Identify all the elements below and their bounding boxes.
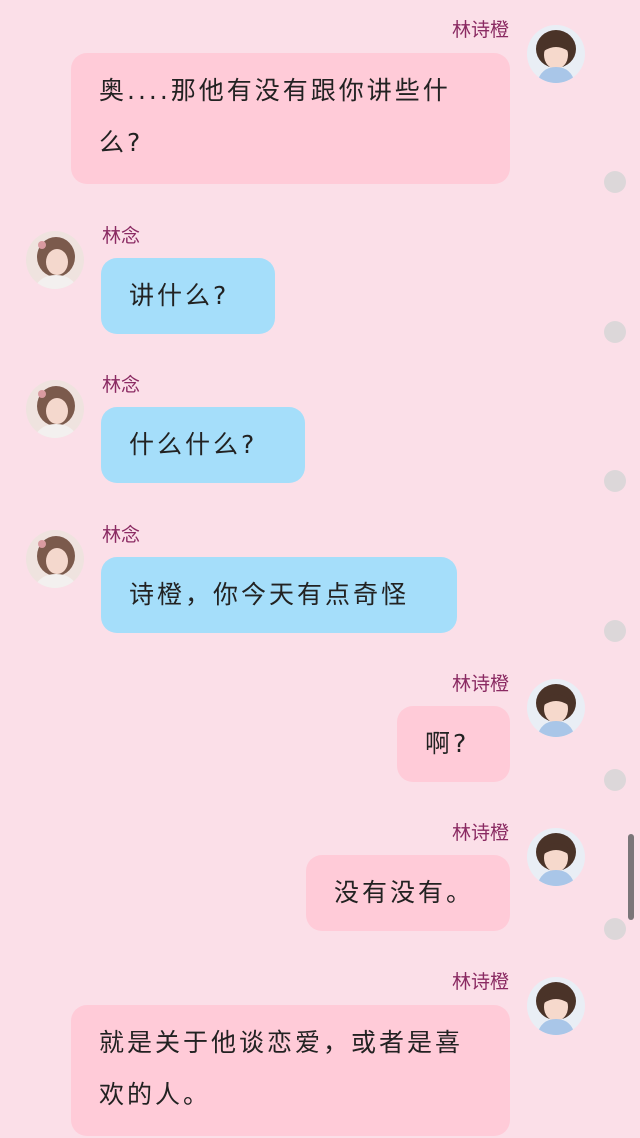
- message-bubble[interactable]: 啊?: [397, 706, 510, 782]
- message-bubble[interactable]: 什么什么?: [101, 407, 305, 483]
- sender-name: 林念: [102, 524, 141, 546]
- message-bubble[interactable]: 诗橙，你今天有点奇怪: [101, 557, 457, 633]
- sender-name: 林诗橙: [451, 971, 509, 993]
- message-bubble[interactable]: 奥....那他有没有跟你讲些什么?: [71, 53, 510, 184]
- girl-avatar-icon[interactable]: [527, 828, 585, 886]
- girl-avatar-icon[interactable]: [527, 25, 585, 83]
- sender-name: 林念: [102, 225, 141, 247]
- sender-name: 林诗橙: [451, 822, 509, 844]
- woman-avatar-icon[interactable]: [26, 231, 84, 289]
- woman-avatar-icon[interactable]: [26, 530, 84, 588]
- sender-name: 林诗橙: [451, 19, 509, 41]
- select-radio[interactable]: [604, 918, 626, 940]
- select-radio[interactable]: [604, 171, 626, 193]
- girl-avatar-icon[interactable]: [527, 977, 585, 1035]
- message-bubble[interactable]: 没有没有。: [306, 855, 510, 931]
- scrollbar[interactable]: [628, 834, 634, 920]
- girl-avatar-icon[interactable]: [527, 679, 585, 737]
- select-radio[interactable]: [604, 321, 626, 343]
- select-radio[interactable]: [604, 769, 626, 791]
- sender-name: 林诗橙: [451, 673, 509, 695]
- message-bubble[interactable]: 就是关于他谈恋爱，或者是喜欢的人。: [71, 1005, 510, 1136]
- select-radio[interactable]: [604, 470, 626, 492]
- select-radio[interactable]: [604, 620, 626, 642]
- sender-name: 林念: [102, 374, 141, 396]
- woman-avatar-icon[interactable]: [26, 380, 84, 438]
- message-bubble[interactable]: 讲什么?: [101, 258, 275, 334]
